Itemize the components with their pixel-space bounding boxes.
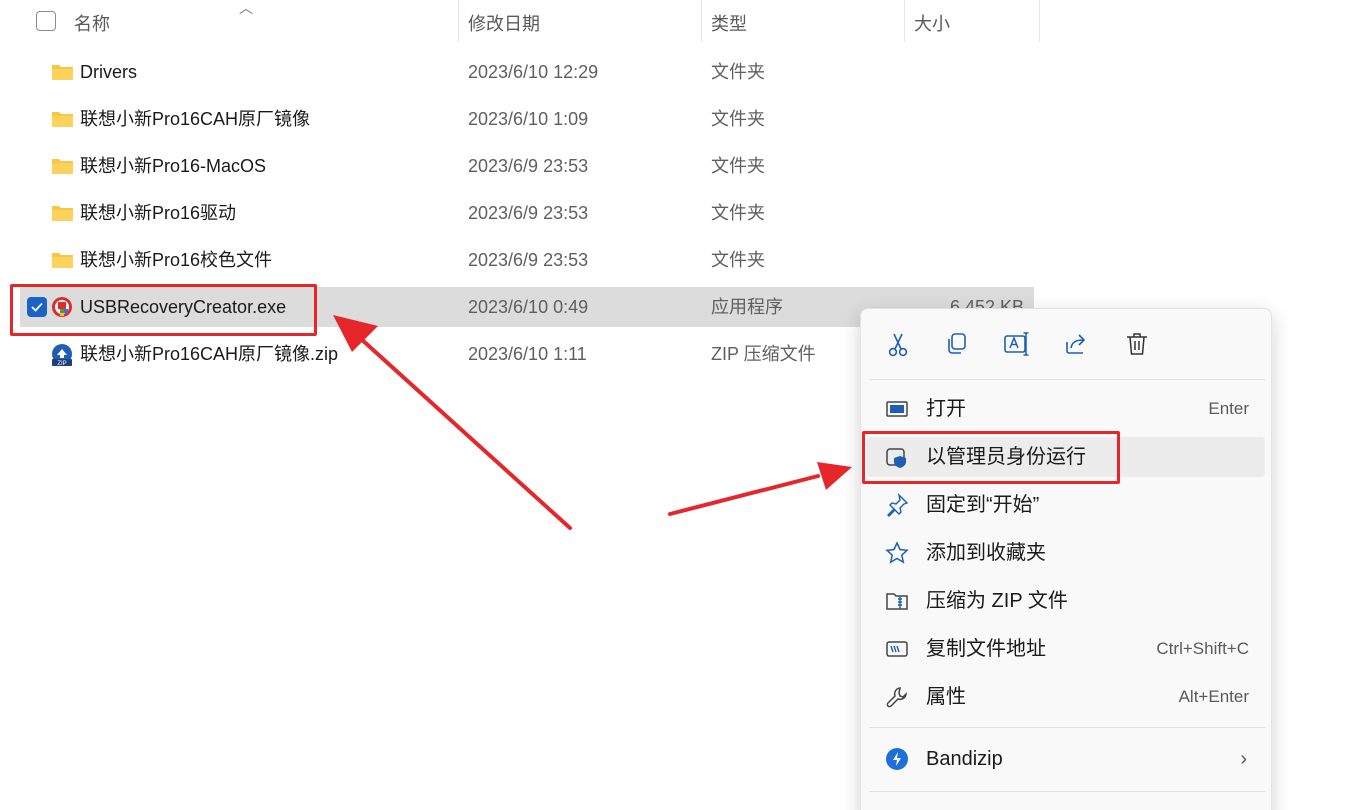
annotation-arrows	[333, 315, 852, 530]
arrow-to-menu-item	[668, 462, 852, 516]
arrow-to-file	[333, 315, 572, 530]
